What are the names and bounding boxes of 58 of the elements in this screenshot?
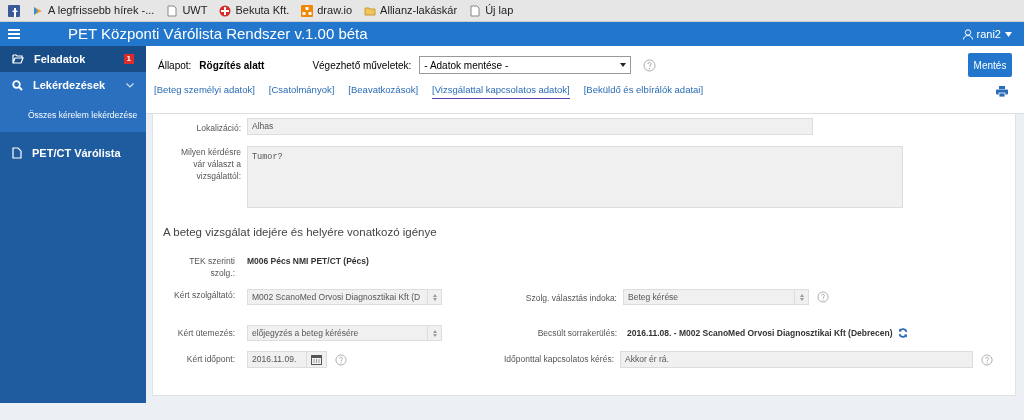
bookmark-link[interactable]: A legfrissebb hírek -... [32, 2, 155, 19]
status-label: Állapot: [158, 58, 192, 73]
save-button[interactable]: Mentés [968, 53, 1012, 77]
section-tab[interactable]: [Beteg személyi adatok] [154, 82, 255, 100]
actions-select[interactable]: - Adatok mentése - [419, 56, 632, 74]
app-title: PET Központi Várólista Rendszer v.1.00 béta [68, 23, 368, 44]
field-label: Kért időpont: [185, 353, 235, 367]
folder-icon [364, 4, 377, 17]
tek-value: M006 Pécs NMI PET/CT (Pécs) [247, 255, 369, 268]
dropdown-arrow-icon [620, 63, 627, 67]
field-label: Becsült sorrakerülés: [536, 326, 617, 340]
bookmark-link[interactable]: Bekuta Kft. [219, 2, 290, 19]
estimate-value: 2016.11.08. - M002 ScanoMed Orvosi Diagnosztikai Kft (Debrecen) [627, 326, 893, 340]
page-icon [469, 4, 482, 17]
facebook-icon [8, 4, 20, 17]
sidebar-item[interactable]: PET/CT Várólista [0, 140, 146, 166]
section-tab[interactable]: [Csatolmányok] [268, 82, 335, 100]
user-menu[interactable]: rani2 [962, 25, 1012, 43]
section-tab[interactable]: [Beavatkozások] [348, 82, 419, 100]
print-icon[interactable] [996, 85, 1008, 97]
cross-icon [219, 4, 232, 17]
status-value: Rögzítés alatt [199, 58, 265, 73]
field-label: Kért ütemezés: [176, 326, 235, 340]
caret-icon [1005, 31, 1012, 37]
bookmark-link[interactable]: Új lap [469, 2, 514, 19]
actions-label: Végezhető műveletek: [312, 58, 412, 73]
user-icon [962, 28, 973, 40]
file-icon [12, 147, 22, 159]
field-label: Kért szolgáltató: [173, 289, 235, 302]
reason-select[interactable]: Beteg kérése [623, 289, 809, 306]
section-title: A beteg vizsgálat idejére és helyére vonatkozó igénye [163, 225, 438, 240]
sidebar-item[interactable]: Lekérdezések [0, 72, 146, 98]
bookmark-icon[interactable] [8, 4, 20, 17]
folder-icon [12, 54, 24, 64]
field-label: Milyen kérdésre vár választ a vizsgálattól: [180, 146, 241, 182]
section-tab[interactable]: [Vizsgálattal kapcsolatos adatok] [432, 82, 570, 100]
field-label: Időponttal kapcsolatos kérés: [502, 353, 614, 367]
field-label: Lokalizáció: [195, 122, 241, 135]
refresh-icon[interactable] [898, 328, 909, 339]
diagram-icon [301, 4, 314, 17]
count-badge: 1 [123, 54, 134, 64]
localization-field[interactable]: Alhas [247, 118, 813, 135]
sidebar-subitem[interactable]: Összes kérelem lekérdezése [0, 106, 146, 124]
date-request-field[interactable]: Akkor ér rá. [620, 351, 973, 369]
field-label: TEK szerinti szolg.: [188, 255, 235, 280]
bookmark-link[interactable]: Allianz-lakáskár [364, 2, 458, 19]
schedule-select[interactable]: előjegyzés a beteg kérésére [247, 325, 442, 342]
provider-select[interactable]: M002 ScanoMed Orvosi Diagnosztikai Kft (D [247, 289, 442, 306]
sidebar-item[interactable]: Feladatok 1 [0, 46, 146, 72]
bookmark-link[interactable]: draw.io [301, 2, 353, 19]
section-tab[interactable]: [Beküldő és elbírálók adatai] [583, 82, 704, 100]
chevron-icon[interactable] [126, 82, 134, 88]
question-textarea[interactable]: Tumor? [247, 146, 903, 208]
bookmark-link[interactable]: UWT [166, 2, 208, 19]
field-label: Szolg. választás indoka: [524, 292, 617, 305]
date-field[interactable]: 2016.11.09. [247, 351, 327, 369]
page-icon [166, 4, 179, 17]
search-icon [12, 79, 23, 91]
